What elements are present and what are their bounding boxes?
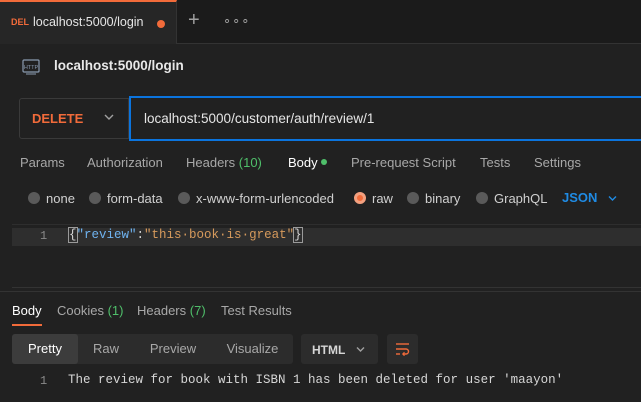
chevron-down-icon[interactable]	[607, 193, 618, 204]
response-divider[interactable]	[0, 291, 641, 292]
body-format-select[interactable]: JSON	[562, 190, 597, 205]
code-brace-open: {	[68, 227, 78, 243]
radio-label: raw	[372, 191, 393, 206]
tab-pre-request-script[interactable]: Pre-request Script	[351, 155, 456, 170]
headers-count: (7)	[189, 303, 206, 318]
more-tabs-icon[interactable]: ∘∘∘	[223, 13, 250, 29]
wrap-lines-icon	[396, 343, 410, 356]
tab-bar: DEL localhost:5000/login + ∘∘∘	[0, 0, 641, 44]
radio-circle	[407, 192, 419, 204]
radio-circle-selected	[354, 192, 366, 204]
tab-method-badge: DEL	[11, 17, 29, 27]
radio-circle	[28, 192, 40, 204]
response-tab-body[interactable]: Body	[12, 303, 42, 318]
radio-circle	[178, 192, 190, 204]
response-body-text: The review for book with ISBN 1 has been…	[68, 373, 564, 387]
radio-circle	[476, 192, 488, 204]
chevron-down-icon	[104, 114, 114, 120]
cookies-count: (1)	[107, 303, 124, 318]
headers-label: Headers	[137, 303, 187, 318]
editor-code-line[interactable]: {"review":"this·book·is·great"}	[68, 227, 303, 243]
method-select[interactable]: DELETE	[19, 98, 129, 139]
chevron-down-icon	[356, 347, 365, 352]
response-line-number: 1	[40, 374, 48, 388]
tab-headers-label: Headers	[186, 155, 236, 170]
unsaved-dot	[157, 20, 165, 28]
cookies-label: Cookies	[57, 303, 104, 318]
radio-label: binary	[425, 191, 461, 206]
request-name[interactable]: localhost:5000/login	[54, 58, 184, 73]
radio-label: none	[46, 191, 75, 206]
code-key: "review"	[76, 228, 137, 242]
response-format-label: HTML	[312, 343, 346, 357]
editor-line-number: 1	[40, 229, 48, 243]
tab-headers[interactable]: Headers (10)	[186, 155, 262, 170]
request-tab[interactable]: DEL localhost:5000/login	[0, 0, 177, 44]
code-colon: :	[136, 228, 145, 242]
tab-params[interactable]: Params	[20, 155, 65, 170]
code-value: "this·book·is·great"	[144, 228, 295, 242]
tab-title: localhost:5000/login	[33, 15, 144, 29]
method-label: DELETE	[32, 111, 84, 126]
response-format-select[interactable]: HTML	[301, 334, 378, 364]
tab-body[interactable]: Body	[288, 155, 318, 170]
wrap-lines-button[interactable]	[387, 334, 418, 364]
radio-circle	[89, 192, 101, 204]
svg-text:HTTP: HTTP	[24, 65, 39, 71]
tab-authorization[interactable]: Authorization	[87, 155, 163, 170]
tab-headers-count: (10)	[238, 155, 262, 170]
response-tab-headers[interactable]: Headers (7)	[137, 303, 206, 318]
code-brace-close: }	[293, 227, 303, 243]
view-raw-button[interactable]: Raw	[78, 334, 134, 364]
body-indicator-dot	[321, 159, 327, 165]
radio-label: form-data	[107, 191, 163, 206]
radio-label: x-www-form-urlencoded	[196, 191, 334, 206]
tab-tests[interactable]: Tests	[480, 155, 510, 170]
tab-settings[interactable]: Settings	[534, 155, 581, 170]
view-visualize-button[interactable]: Visualize	[212, 334, 293, 364]
url-input[interactable]	[129, 96, 641, 141]
active-tab-underline	[12, 324, 42, 326]
view-preview-button[interactable]: Preview	[134, 334, 212, 364]
view-pretty-button[interactable]: Pretty	[12, 334, 78, 364]
radio-label: GraphQL	[494, 191, 548, 206]
response-tab-cookies[interactable]: Cookies (1)	[57, 303, 123, 318]
http-icon: HTTP	[22, 59, 40, 75]
response-tab-test-results[interactable]: Test Results	[221, 303, 292, 318]
new-tab-button[interactable]: +	[188, 10, 200, 30]
